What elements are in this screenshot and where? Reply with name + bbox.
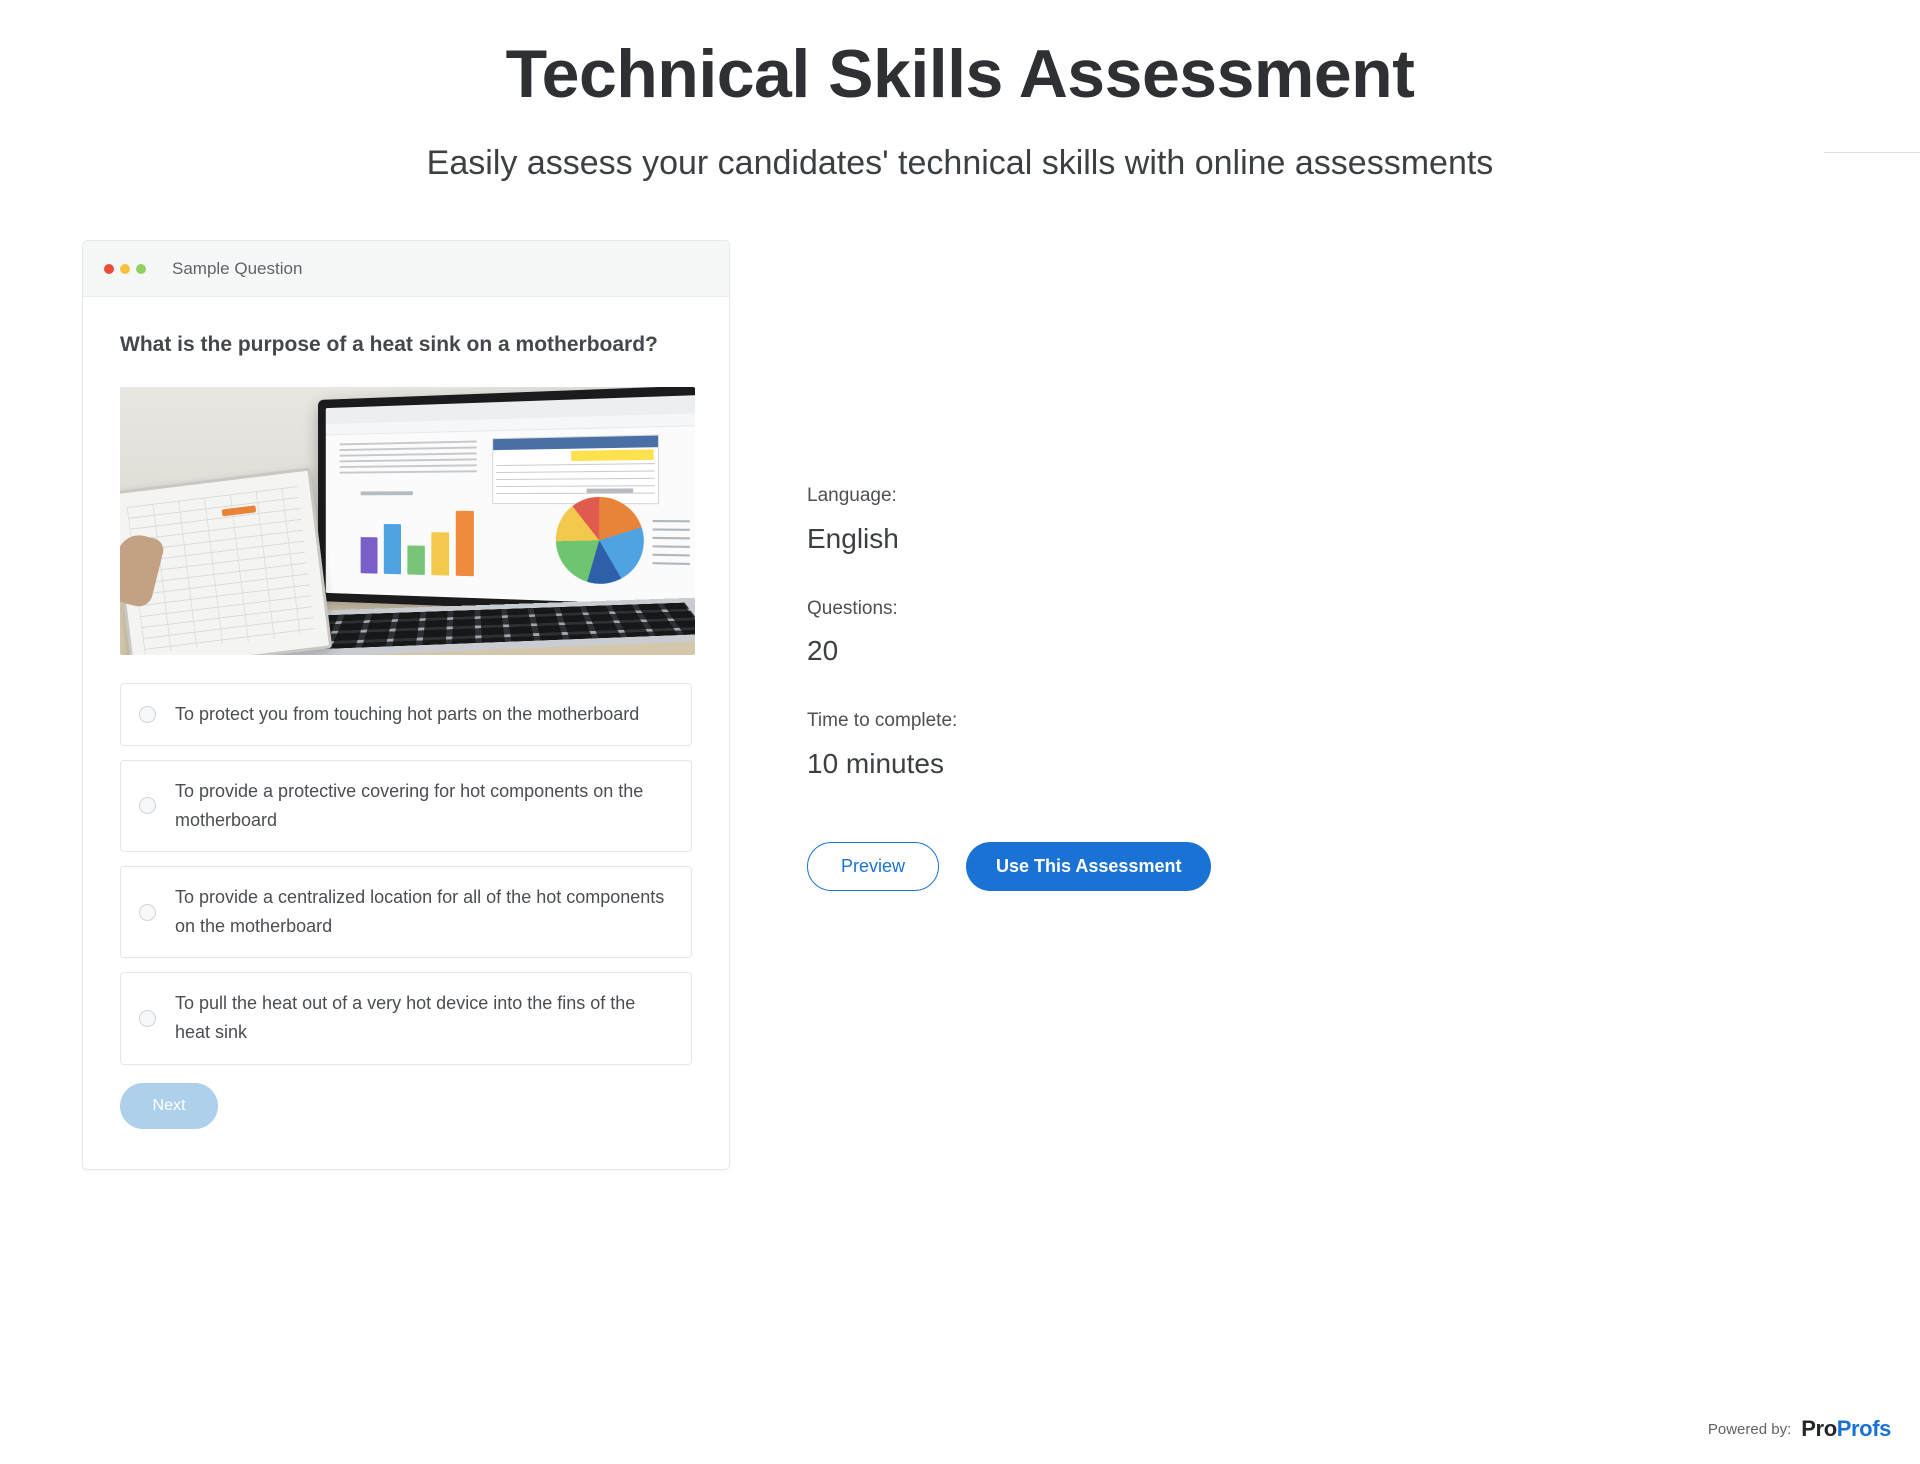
photo-laptop-screen xyxy=(325,394,695,606)
photo-screen-pie-chart xyxy=(555,496,644,585)
questions-group: Questions: 20 xyxy=(807,598,1237,668)
answer-option-label: To protect you from touching hot parts o… xyxy=(175,703,640,724)
close-dot-icon[interactable] xyxy=(104,263,114,274)
answer-option-3[interactable]: To provide a centralized location for al… xyxy=(120,866,692,959)
photo-screen-pie-label xyxy=(586,487,634,493)
radio-button-icon[interactable] xyxy=(139,1009,156,1027)
time-to-complete-label: Time to complete: xyxy=(807,710,958,732)
photo-screen-text xyxy=(339,440,477,476)
photo-screen-bar-chart xyxy=(355,499,494,577)
preview-button[interactable]: Preview xyxy=(807,842,940,892)
answer-option-2[interactable]: To provide a protective covering for hot… xyxy=(120,759,692,852)
answer-option-4[interactable]: To pull the heat out of a very hot devic… xyxy=(120,972,692,1065)
footer-branding: Powered by: ProProfs xyxy=(1707,1416,1892,1442)
traffic-light-dots xyxy=(104,263,146,274)
maximize-dot-icon[interactable] xyxy=(136,263,146,274)
answer-option-label: To pull the heat out of a very hot devic… xyxy=(175,993,636,1043)
question-text: What is the purpose of a heat sink on a … xyxy=(120,333,658,357)
assessment-meta-panel: Language: English Questions: 20 Time to … xyxy=(807,240,1237,892)
radio-button-icon[interactable] xyxy=(139,705,156,723)
question-image xyxy=(120,386,695,655)
time-to-complete-value: 10 minutes xyxy=(807,747,944,779)
brand-name-first: Pro xyxy=(1801,1416,1837,1441)
photo-screen-table xyxy=(492,434,660,504)
card-body: What is the purpose of a heat sink on a … xyxy=(83,297,729,1168)
radio-button-icon[interactable] xyxy=(139,903,156,921)
page-header: Technical Skills Assessment Easily asses… xyxy=(0,0,1920,184)
minimize-dot-icon[interactable] xyxy=(120,263,130,274)
answer-option-1[interactable]: To protect you from touching hot parts o… xyxy=(120,682,692,746)
brand-name-second: Profs xyxy=(1836,1416,1892,1441)
language-value: English xyxy=(807,523,899,555)
card-window-title: Sample Question xyxy=(172,258,303,278)
photo-screen-legend xyxy=(652,519,690,569)
photo-screen-bar-label xyxy=(360,490,413,495)
answer-option-label: To provide a centralized location for al… xyxy=(175,887,665,937)
next-button[interactable]: Next xyxy=(120,1082,218,1129)
page-title: Technical Skills Assessment xyxy=(505,36,1415,112)
proprofs-logo[interactable]: ProProfs xyxy=(1801,1416,1891,1442)
radio-button-icon[interactable] xyxy=(139,797,156,815)
photo-laptop xyxy=(318,386,695,616)
page-subtitle: Easily assess your candidates' technical… xyxy=(426,144,1494,183)
photo-tablet-marker xyxy=(221,504,257,516)
card-titlebar: Sample Question xyxy=(83,241,729,298)
use-this-assessment-button[interactable]: Use This Assessment xyxy=(966,842,1212,892)
main-content: Sample Question What is the purpose of a… xyxy=(0,240,1920,1170)
answer-option-label: To provide a protective covering for hot… xyxy=(175,780,644,830)
questions-label: Questions: xyxy=(807,597,898,619)
powered-by-label: Powered by: xyxy=(1707,1420,1792,1438)
answer-options: To protect you from touching hot parts o… xyxy=(120,682,692,1065)
assessment-actions: Preview Use This Assessment xyxy=(807,842,1237,892)
time-group: Time to complete: 10 minutes xyxy=(807,710,1237,780)
questions-value: 20 xyxy=(807,635,839,667)
language-label: Language: xyxy=(807,485,897,507)
language-group: Language: English xyxy=(807,485,1237,555)
sample-question-card: Sample Question What is the purpose of a… xyxy=(82,240,730,1170)
header-divider-rule xyxy=(1824,152,1920,153)
